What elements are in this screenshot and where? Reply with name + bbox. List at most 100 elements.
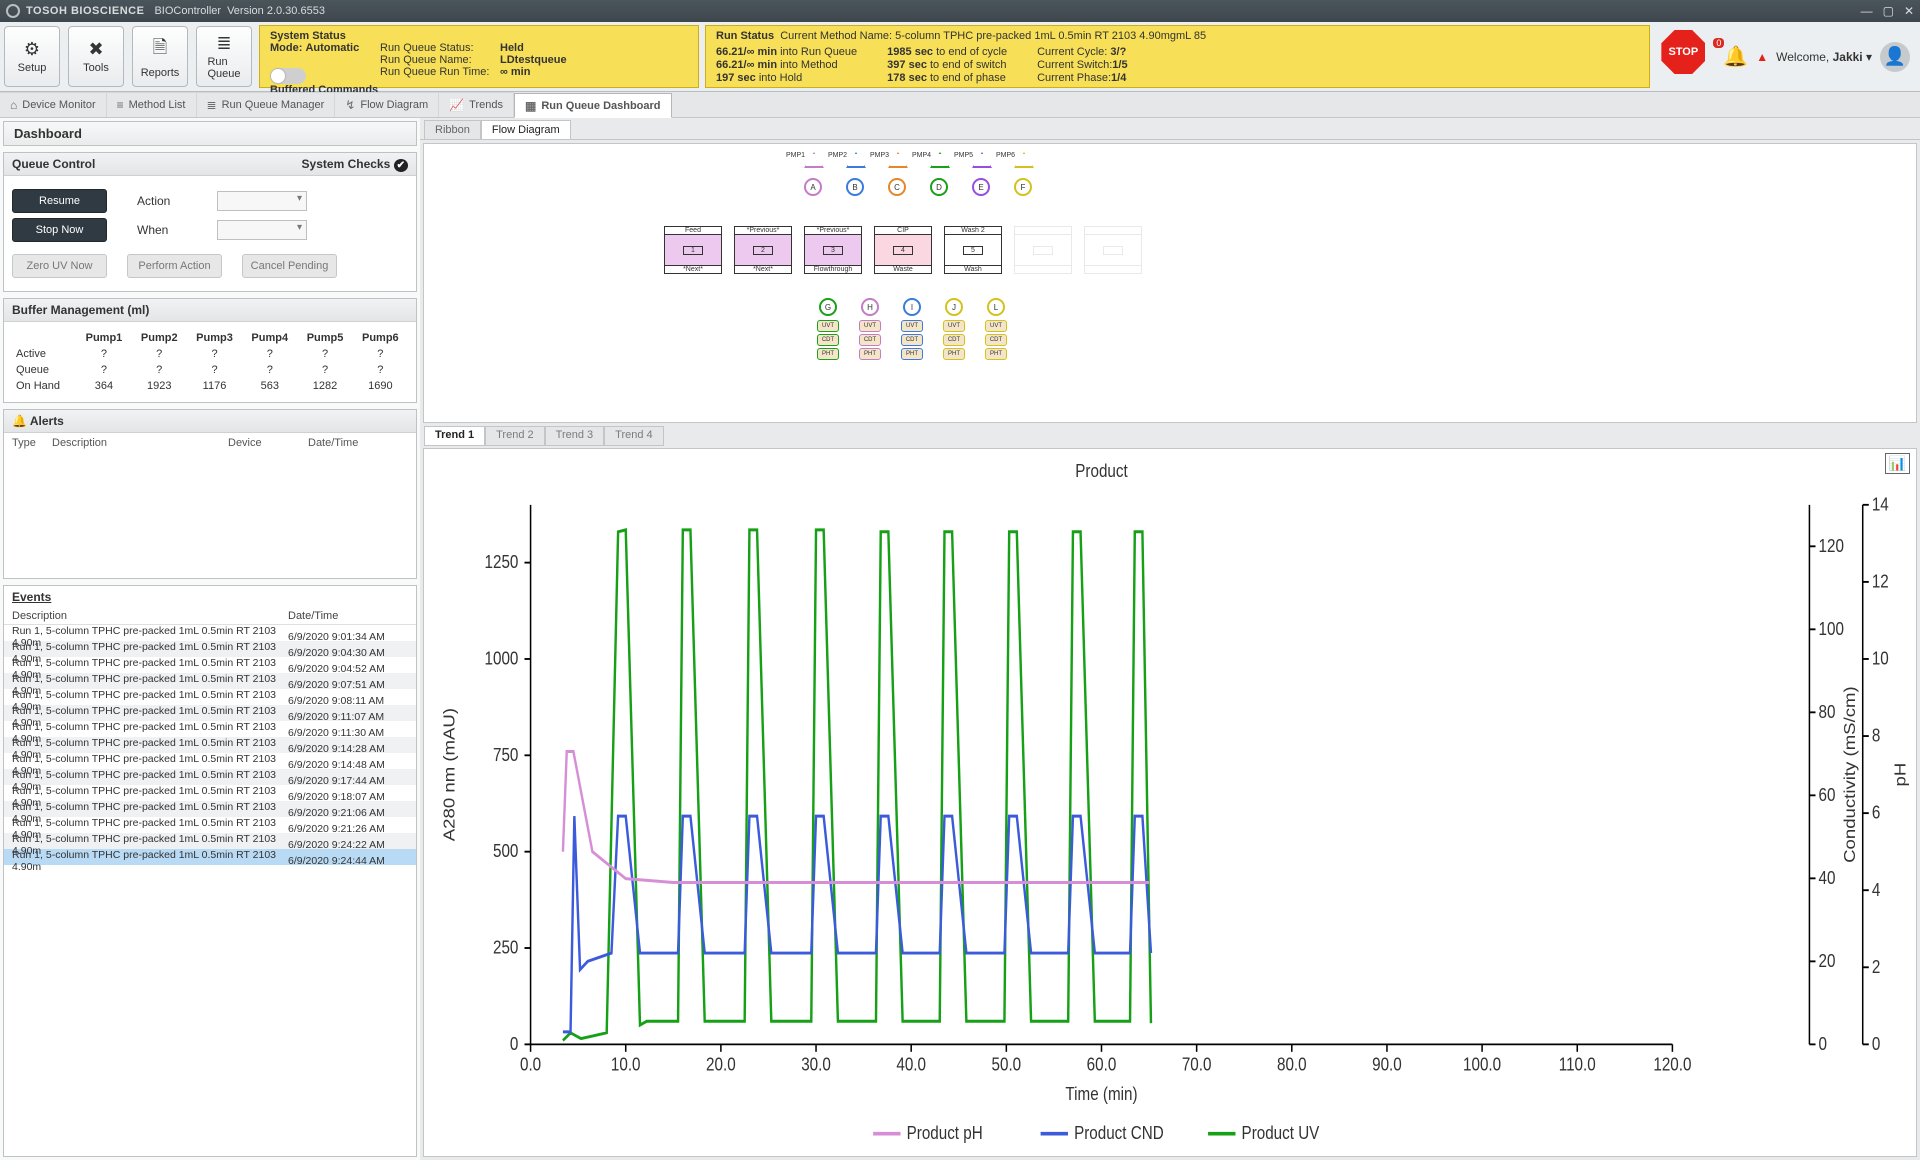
trend-tabs: Trend 1Trend 2Trend 3Trend 4 (420, 426, 1920, 446)
svg-text:0: 0 (1819, 1034, 1827, 1055)
subtab-flow-diagram[interactable]: Flow Diagram (481, 120, 571, 139)
event-row[interactable]: Run 1, 5-column TPHC pre-packed 1mL 0.5m… (4, 737, 416, 753)
trend-chart: 📊 0.010.020.030.040.050.060.070.080.090.… (423, 448, 1917, 1157)
column-box: Wash 25Wash (944, 226, 1002, 274)
svg-text:750: 750 (493, 744, 518, 765)
event-row[interactable]: Run 1, 5-column TPHC pre-packed 1mL 0.5m… (4, 849, 416, 865)
event-row[interactable]: Run 1, 5-column TPHC pre-packed 1mL 0.5m… (4, 721, 416, 737)
reports-button[interactable]: 🗎Reports (132, 26, 188, 87)
event-row[interactable]: Run 1, 5-column TPHC pre-packed 1mL 0.5m… (4, 801, 416, 817)
sensor-icon: CDT (901, 334, 923, 346)
nav-tabs: ⌂Device Monitor≡Method List≣Run Queue Ma… (0, 92, 1920, 118)
svg-text:1250: 1250 (485, 552, 519, 573)
svg-text:Conductivity (mS/cm): Conductivity (mS/cm) (1842, 686, 1859, 863)
trend-tab-3[interactable]: Trend 3 (545, 426, 605, 446)
column-box-disabled (1014, 226, 1072, 274)
event-row[interactable]: Run 1, 5-column TPHC pre-packed 1mL 0.5m… (4, 753, 416, 769)
tab-run-queue-manager[interactable]: ≣Run Queue Manager (197, 92, 336, 117)
pump-icon (972, 152, 992, 168)
sensor-icon: PHT (985, 348, 1007, 360)
tab-flow-diagram[interactable]: ↯Flow Diagram (335, 92, 439, 117)
svg-text:60: 60 (1819, 785, 1836, 806)
tab-method-list[interactable]: ≡Method List (107, 92, 197, 117)
setup-icon: ⚙ (24, 39, 40, 60)
auto-toggle[interactable] (270, 68, 306, 84)
svg-text:90.0: 90.0 (1372, 1054, 1402, 1075)
sensor-icon: CDT (943, 334, 965, 346)
stop-button[interactable]: STOP (1661, 30, 1705, 74)
event-row[interactable]: Run 1, 5-column TPHC pre-packed 1mL 0.5m… (4, 625, 416, 641)
event-row[interactable]: Run 1, 5-column TPHC pre-packed 1mL 0.5m… (4, 769, 416, 785)
svg-text:50.0: 50.0 (992, 1054, 1022, 1075)
pump-icon (930, 152, 950, 168)
avatar-icon[interactable]: 👤 (1880, 42, 1910, 72)
top-ribbon: ⚙Setup✖Tools🗎Reports≣RunQueue System Sta… (0, 22, 1920, 92)
check-icon: ✔ (394, 159, 408, 172)
tools-icon: ✖ (88, 39, 103, 60)
sensor-icon: PHT (943, 348, 965, 360)
maximize-icon[interactable]: ▢ (1883, 4, 1894, 18)
svg-text:20.0: 20.0 (706, 1054, 736, 1075)
trend-tab-4[interactable]: Trend 4 (604, 426, 664, 446)
event-row[interactable]: Run 1, 5-column TPHC pre-packed 1mL 0.5m… (4, 833, 416, 849)
svg-text:120: 120 (1819, 535, 1844, 556)
minimize-icon[interactable]: — (1861, 4, 1873, 18)
subtab-ribbon[interactable]: Ribbon (424, 120, 481, 139)
svg-text:0.0: 0.0 (520, 1054, 541, 1075)
close-icon[interactable]: ✕ (1904, 4, 1914, 18)
events-list[interactable]: Run 1, 5-column TPHC pre-packed 1mL 0.5m… (4, 625, 416, 1156)
sensor-icon: PHT (859, 348, 881, 360)
event-row[interactable]: Run 1, 5-column TPHC pre-packed 1mL 0.5m… (4, 689, 416, 705)
trend-tab-1[interactable]: Trend 1 (424, 426, 485, 446)
svg-text:10.0: 10.0 (611, 1054, 641, 1075)
run queue-icon: ≣ (216, 33, 231, 54)
cancel-pending-button[interactable]: Cancel Pending (242, 254, 337, 278)
svg-text:60.0: 60.0 (1087, 1054, 1117, 1075)
perform-action-button[interactable]: Perform Action (127, 254, 222, 278)
inlet-valve-icon: E (972, 178, 990, 196)
tab-trends[interactable]: 📈Trends (439, 92, 514, 117)
inlet-valve-icon: A (804, 178, 822, 196)
when-dropdown[interactable] (217, 220, 307, 240)
sensor-icon: PHT (901, 348, 923, 360)
zero-uv-button[interactable]: Zero UV Now (12, 254, 107, 278)
stop-now-button[interactable]: Stop Now (12, 218, 107, 242)
column-box: *Previous*3Flowthrough (804, 226, 862, 274)
system-checks-button[interactable]: System Checks ✔ (302, 157, 408, 171)
svg-text:Product CND: Product CND (1074, 1123, 1164, 1144)
event-row[interactable]: Run 1, 5-column TPHC pre-packed 1mL 0.5m… (4, 657, 416, 673)
action-dropdown[interactable] (217, 191, 307, 211)
notification-bell-icon[interactable]: 🔔0 (1723, 44, 1748, 69)
event-row[interactable]: Run 1, 5-column TPHC pre-packed 1mL 0.5m… (4, 705, 416, 721)
chart-settings-icon[interactable]: 📊 (1885, 453, 1910, 474)
title-bar: TOSOH BIOSCIENCE BIOController Version 2… (0, 0, 1920, 22)
right-subtabs: RibbonFlow Diagram (420, 118, 1920, 140)
event-row[interactable]: Run 1, 5-column TPHC pre-packed 1mL 0.5m… (4, 641, 416, 657)
trend-tab-2[interactable]: Trend 2 (485, 426, 545, 446)
tools-button[interactable]: ✖Tools (68, 26, 124, 87)
event-row[interactable]: Run 1, 5-column TPHC pre-packed 1mL 0.5m… (4, 673, 416, 689)
app-version: Version 2.0.30.6553 (227, 5, 325, 17)
column-box: CIP4Waste (874, 226, 932, 274)
system-status-heading: System Status (270, 30, 380, 42)
setup-button[interactable]: ⚙Setup (4, 26, 60, 87)
reports-icon: 🗎 (153, 35, 167, 65)
sensor-icon: PHT (817, 348, 839, 360)
tab-device-monitor[interactable]: ⌂Device Monitor (0, 92, 107, 117)
tab-run-queue-dashboard[interactable]: ▦Run Queue Dashboard (514, 93, 672, 118)
event-row[interactable]: Run 1, 5-column TPHC pre-packed 1mL 0.5m… (4, 785, 416, 801)
svg-text:Time (min): Time (min) (1065, 1084, 1137, 1105)
warning-icon[interactable]: ▲ (1756, 50, 1768, 64)
run-queue-button[interactable]: ≣RunQueue (196, 26, 252, 87)
sensor-icon: CDT (985, 334, 1007, 346)
outlet-valve-icon: H (861, 298, 879, 316)
resume-button[interactable]: Resume (12, 189, 107, 213)
svg-text:120.0: 120.0 (1653, 1054, 1691, 1075)
svg-text:4: 4 (1872, 879, 1880, 900)
event-row[interactable]: Run 1, 5-column TPHC pre-packed 1mL 0.5m… (4, 817, 416, 833)
outlet-valve-icon: G (819, 298, 837, 316)
svg-text:80.0: 80.0 (1277, 1054, 1307, 1075)
svg-text:20: 20 (1819, 951, 1836, 972)
svg-text:Product pH: Product pH (907, 1123, 983, 1144)
flow-diagram: PMP1APMP2BPMP3CPMP4DPMP5EPMP6FFeed1*Next… (423, 143, 1917, 423)
